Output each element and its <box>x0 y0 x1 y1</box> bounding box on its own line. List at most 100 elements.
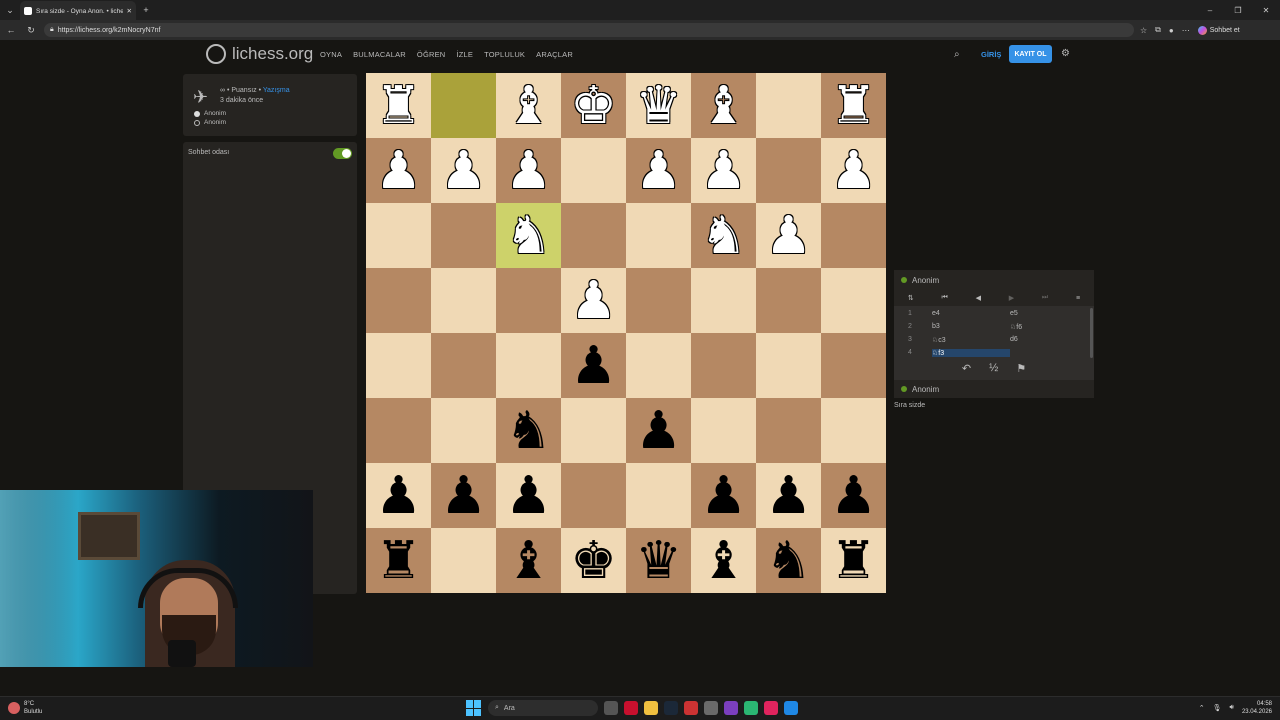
chess-piece[interactable]: ♝ <box>700 535 747 587</box>
taskbar-search[interactable]: ⌕ Ara <box>488 700 598 716</box>
nav-watch[interactable]: İZLE <box>456 50 473 59</box>
board-square[interactable]: ♚ <box>561 528 626 593</box>
board-square[interactable]: ♝ <box>496 528 561 593</box>
board-square[interactable] <box>756 268 821 333</box>
board-square[interactable]: ♞ <box>496 398 561 463</box>
chess-piece[interactable]: ♝ <box>505 80 552 132</box>
board-square[interactable] <box>431 73 496 138</box>
minimize-icon[interactable]: – <box>1196 6 1224 15</box>
board-square[interactable]: ♟ <box>431 138 496 203</box>
more-icon[interactable]: ⋯ <box>1182 26 1190 35</box>
start-icon[interactable] <box>466 700 482 716</box>
chess-piece[interactable]: ♟ <box>700 470 747 522</box>
board-square[interactable]: ♟ <box>431 463 496 528</box>
chess-piece[interactable]: ♟ <box>375 470 422 522</box>
board-square[interactable] <box>431 203 496 268</box>
board-square[interactable] <box>691 333 756 398</box>
board-square[interactable] <box>626 463 691 528</box>
profile-icon[interactable]: ● <box>1169 26 1174 35</box>
board-square[interactable]: ♜ <box>366 73 431 138</box>
close-tab-icon[interactable]: ✕ <box>127 7 132 15</box>
resign-flag-icon[interactable]: ⚑ <box>1016 362 1026 375</box>
board-square[interactable] <box>561 463 626 528</box>
board-square[interactable] <box>366 333 431 398</box>
board-square[interactable]: ♟ <box>756 463 821 528</box>
board-square[interactable] <box>821 398 886 463</box>
favorites-icon[interactable]: ☆ <box>1140 26 1147 35</box>
new-tab-icon[interactable]: + <box>136 0 156 20</box>
nav-tools[interactable]: ARAÇLAR <box>536 50 573 59</box>
edge-icon[interactable] <box>784 701 798 715</box>
first-move-icon[interactable]: ⏮ <box>942 294 948 302</box>
next-move-icon[interactable]: ▶ <box>1009 294 1014 302</box>
app-icon[interactable] <box>744 701 758 715</box>
white-move[interactable]: e4 <box>932 310 1010 317</box>
chess-piece[interactable]: ♚ <box>570 535 617 587</box>
board-square[interactable] <box>431 333 496 398</box>
opponent-name[interactable]: Anonim <box>912 276 939 285</box>
chess-piece[interactable]: ♛ <box>635 80 682 132</box>
board-square[interactable] <box>756 398 821 463</box>
board-square[interactable] <box>561 203 626 268</box>
board-square[interactable]: ♜ <box>366 528 431 593</box>
board-square[interactable]: ♞ <box>496 203 561 268</box>
board-square[interactable] <box>366 398 431 463</box>
chess-piece[interactable]: ♝ <box>505 535 552 587</box>
board-square[interactable] <box>756 138 821 203</box>
site-logo[interactable]: lichess.org <box>206 44 313 64</box>
chess-board[interactable]: ♜ ♝ ♚ ♛ ♝ ♜ ♟ ♟ ♟ ♟ ♟ ♟ ♞ ♞ ♟ ♟ ♟ ♞ ♟ ♟ ♟ ♟ ♟ ♟ ♟ ♜ ♝ ♚ ♛ ♝ ♞ ♜ <box>366 73 886 593</box>
board-square[interactable]: ♛ <box>626 528 691 593</box>
mic-icon[interactable]: 🎙︎ <box>1213 704 1222 712</box>
chess-piece[interactable]: ♟ <box>635 405 682 457</box>
taskbar-clock[interactable]: 04:58 23.04.2026 <box>1242 700 1272 716</box>
board-square[interactable]: ♟ <box>691 463 756 528</box>
chess-piece[interactable]: ♟ <box>635 145 682 197</box>
signin-link[interactable]: GİRİŞ <box>981 50 1001 59</box>
url-field[interactable]: 🔒︎ https://lichess.org/k2mNocryN7nf <box>44 23 1134 37</box>
board-square[interactable]: ♝ <box>496 73 561 138</box>
board-square[interactable]: ♟ <box>366 138 431 203</box>
board-square[interactable]: ♟ <box>626 138 691 203</box>
board-square[interactable] <box>626 268 691 333</box>
board-square[interactable] <box>561 398 626 463</box>
chess-piece[interactable]: ♟ <box>830 470 877 522</box>
chess-piece[interactable]: ♜ <box>375 535 422 587</box>
chess-piece[interactable]: ♛ <box>635 535 682 587</box>
board-square[interactable]: ♜ <box>821 73 886 138</box>
chess-piece[interactable]: ♟ <box>440 145 487 197</box>
board-square[interactable] <box>756 333 821 398</box>
move-list-scrollbar[interactable] <box>1090 308 1093 358</box>
board-square[interactable]: ♟ <box>561 268 626 333</box>
close-window-icon[interactable]: ✕ <box>1252 6 1280 15</box>
board-square[interactable] <box>431 268 496 333</box>
app-icon[interactable] <box>704 701 718 715</box>
refresh-icon[interactable]: ↻ <box>24 25 38 36</box>
chess-piece[interactable]: ♞ <box>700 210 747 262</box>
chess-piece[interactable]: ♟ <box>505 470 552 522</box>
variant-link[interactable]: Yazışma <box>263 87 290 94</box>
flip-board-icon[interactable]: ⇅ <box>908 294 914 302</box>
weather-widget[interactable]: 8°C Bulutlu <box>8 700 42 716</box>
board-square[interactable] <box>366 203 431 268</box>
chess-piece[interactable]: ♝ <box>700 80 747 132</box>
board-square[interactable]: ♝ <box>691 73 756 138</box>
chess-piece[interactable]: ♟ <box>765 470 812 522</box>
board-square[interactable] <box>366 268 431 333</box>
chess-piece[interactable]: ♞ <box>505 210 552 262</box>
board-square[interactable]: ♟ <box>366 463 431 528</box>
chess-piece[interactable]: ♞ <box>505 405 552 457</box>
chess-piece[interactable]: ♟ <box>570 340 617 392</box>
copilot-button[interactable]: Sohbet et <box>1197 25 1240 35</box>
board-square[interactable] <box>821 333 886 398</box>
chess-piece[interactable]: ♟ <box>700 145 747 197</box>
board-square[interactable]: ♟ <box>626 398 691 463</box>
chess-piece[interactable]: ♟ <box>570 275 617 327</box>
chess-piece[interactable]: ♜ <box>375 80 422 132</box>
chess-piece[interactable]: ♟ <box>375 145 422 197</box>
board-square[interactable] <box>431 528 496 593</box>
tray-chevron-icon[interactable]: ⌃ <box>1199 704 1205 712</box>
browser-tab[interactable]: Sıra sizde - Oyna Anon. • lichess.o ✕ <box>20 1 136 21</box>
search-icon[interactable]: ⌕ <box>954 49 960 60</box>
white-move[interactable]: ♘c3 <box>932 336 1010 344</box>
board-square[interactable] <box>496 333 561 398</box>
